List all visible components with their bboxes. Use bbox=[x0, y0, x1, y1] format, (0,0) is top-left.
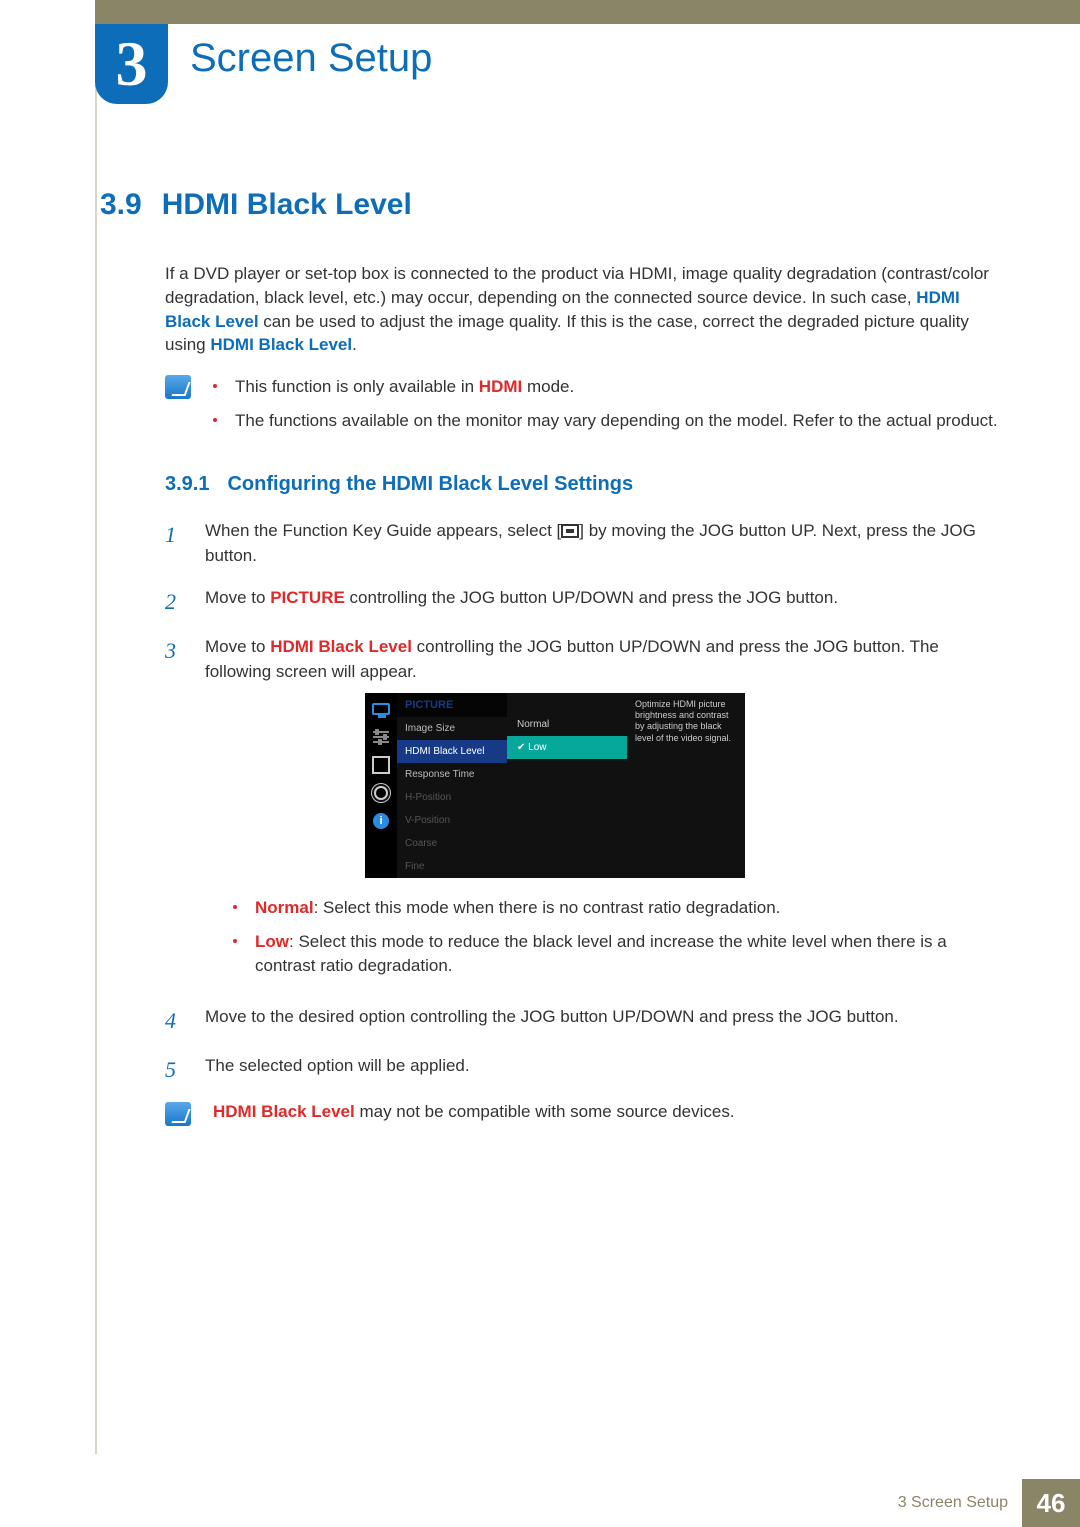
step-number: 3 bbox=[165, 634, 185, 988]
step-number: 4 bbox=[165, 1004, 185, 1037]
step-number: 2 bbox=[165, 585, 185, 618]
chapter-number: 3 bbox=[116, 27, 148, 101]
section-title: HDMI Black Level bbox=[162, 188, 412, 222]
note-block: This function is only available in HDMI … bbox=[165, 375, 1000, 443]
osd-menu-item-disabled: Fine bbox=[397, 855, 507, 878]
subsection-heading: 3.9.1 Configuring the HDMI Black Level S… bbox=[165, 473, 1000, 496]
steps-list: 1 When the Function Key Guide appears, s… bbox=[165, 518, 1000, 1086]
osd-option: Normal bbox=[507, 713, 627, 736]
monitor-icon bbox=[370, 699, 392, 719]
note-block: HDMI Black Level may not be compatible w… bbox=[165, 1102, 1000, 1126]
osd-screenshot: i PICTURE Image Size HDMI Black Level Re… bbox=[365, 693, 745, 879]
osd-sidebar: i bbox=[365, 693, 397, 879]
info-icon: i bbox=[370, 811, 392, 831]
footer-text: 3 Screen Setup bbox=[898, 1494, 1008, 1512]
osd-menu-header: PICTURE bbox=[397, 693, 507, 718]
page-number: 46 bbox=[1022, 1479, 1080, 1527]
osd-description: Optimize HDMI picture brightness and con… bbox=[627, 693, 745, 879]
step-item: 4 Move to the desired option controlling… bbox=[165, 1004, 1000, 1037]
section-heading: 3.9 HDMI Black Level bbox=[100, 188, 1000, 222]
step-item: 3 Move to HDMI Black Level controlling t… bbox=[165, 634, 1000, 988]
step-number: 1 bbox=[165, 518, 185, 569]
arrows-icon bbox=[370, 755, 392, 775]
osd-menu-item: Response Time bbox=[397, 763, 507, 786]
osd-menu-item-disabled: H-Position bbox=[397, 786, 507, 809]
subsection-number: 3.9.1 bbox=[165, 473, 209, 496]
note-item: The functions available on the monitor m… bbox=[213, 409, 1000, 433]
step-item: 2 Move to PICTURE controlling the JOG bu… bbox=[165, 585, 1000, 618]
page-content: 3.9 HDMI Black Level If a DVD player or … bbox=[100, 188, 1000, 1150]
osd-options: Normal Low bbox=[507, 693, 627, 879]
osd-menu-item-selected: HDMI Black Level bbox=[397, 740, 507, 763]
top-bar bbox=[95, 0, 1080, 24]
step-number: 5 bbox=[165, 1053, 185, 1086]
step-item: 1 When the Function Key Guide appears, s… bbox=[165, 518, 1000, 569]
mode-item: Low: Select this mode to reduce the blac… bbox=[233, 930, 1000, 978]
menu-icon bbox=[561, 524, 579, 538]
sliders-icon bbox=[370, 727, 392, 747]
step-item: 5 The selected option will be applied. bbox=[165, 1053, 1000, 1086]
gear-icon bbox=[370, 783, 392, 803]
osd-option-selected: Low bbox=[507, 736, 627, 759]
subsection-title: Configuring the HDMI Black Level Setting… bbox=[227, 473, 633, 496]
page-footer: 3 Screen Setup 46 bbox=[95, 1479, 1080, 1527]
left-rule bbox=[95, 24, 97, 1454]
note-list: This function is only available in HDMI … bbox=[213, 375, 1000, 443]
osd-menu: PICTURE Image Size HDMI Black Level Resp… bbox=[397, 693, 507, 879]
chapter-title: Screen Setup bbox=[190, 36, 432, 81]
intro-paragraph: If a DVD player or set-top box is connec… bbox=[165, 262, 1000, 357]
section-number: 3.9 bbox=[100, 188, 142, 222]
mode-item: Normal: Select this mode when there is n… bbox=[233, 896, 1000, 920]
note-text: HDMI Black Level may not be compatible w… bbox=[213, 1102, 735, 1126]
note-icon bbox=[165, 1102, 191, 1126]
chapter-badge: 3 bbox=[95, 24, 168, 104]
osd-menu-item-disabled: V-Position bbox=[397, 809, 507, 832]
note-icon bbox=[165, 375, 191, 399]
osd-menu-item-disabled: Coarse bbox=[397, 832, 507, 855]
mode-list: Normal: Select this mode when there is n… bbox=[233, 896, 1000, 977]
osd-menu-item: Image Size bbox=[397, 717, 507, 740]
note-item: This function is only available in HDMI … bbox=[213, 375, 1000, 399]
